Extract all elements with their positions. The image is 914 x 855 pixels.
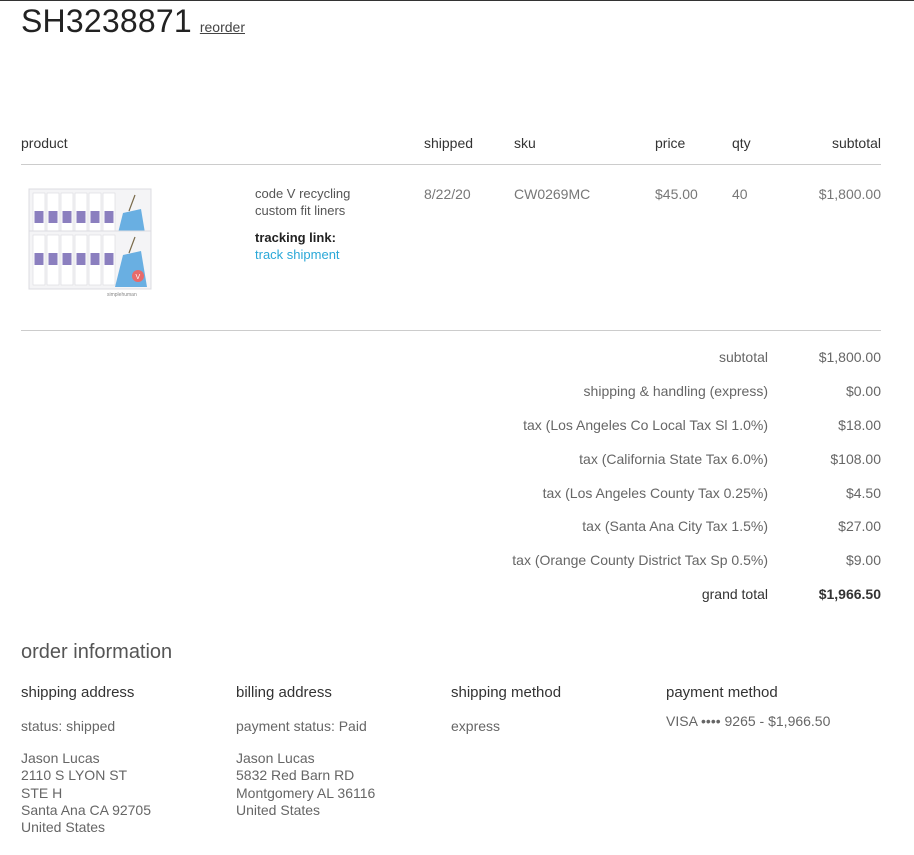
- column-header-subtotal: subtotal: [831, 135, 881, 151]
- totals-subtotal-label: subtotal: [718, 349, 768, 365]
- shipping-address-line: United States: [21, 819, 106, 836]
- payment-method-value: VISA •••• 9265 - $1,966.50: [666, 713, 831, 729]
- totals-shipping-value: $0.00: [845, 383, 881, 399]
- shipping-status: status: shipped: [21, 718, 116, 734]
- column-header-shipped: shipped: [424, 135, 474, 151]
- product-name-line-1: code V recycling: [255, 186, 351, 201]
- shipping-address-line: Jason Lucas: [21, 750, 100, 766]
- billing-address-line: Jason Lucas: [236, 750, 315, 766]
- svg-text:V: V: [136, 274, 141, 281]
- shipping-method-title: shipping method: [451, 684, 562, 701]
- shipping-address: Jason Lucas 2110 S LYON ST STE H Santa A…: [21, 750, 151, 836]
- totals-tax-santa-ana-label: tax (Santa Ana City Tax 1.5%): [582, 518, 768, 534]
- totals-tax-orange-county-value: $9.00: [845, 552, 881, 568]
- totals-tax-california-label: tax (California State Tax 6.0%): [579, 451, 768, 467]
- billing-address-line: 5832 Red Barn RD: [236, 767, 355, 784]
- totals-tax-la-county-label: tax (Los Angeles County Tax 0.25%): [542, 485, 768, 501]
- shipping-method-section: shipping method express: [451, 684, 661, 734]
- totals-tax-la-local-label: tax (Los Angeles Co Local Tax Sl 1.0%): [523, 417, 768, 433]
- track-shipment-link[interactable]: track shipment: [255, 247, 340, 262]
- column-header-qty: qty: [732, 135, 751, 151]
- payment-method-title: payment method: [666, 684, 778, 701]
- totals-tax-orange-county-label: tax (Orange County District Tax Sp 0.5%): [512, 552, 768, 568]
- shipping-address-section: shipping address status: shipped Jason L…: [21, 684, 231, 835]
- item-subtotal: $1,800.00: [818, 186, 881, 202]
- item-shipped-date: 8/22/20: [424, 186, 471, 202]
- product-name[interactable]: code V recycling custom fit liners: [255, 185, 405, 219]
- column-header-price: price: [655, 135, 686, 151]
- table-header-divider: [21, 164, 881, 165]
- shipping-address-line: Santa Ana CA 92705: [21, 801, 151, 818]
- item-divider: [21, 330, 881, 331]
- grand-total-label: grand total: [701, 586, 768, 602]
- shipping-method-value: express: [451, 718, 501, 734]
- billing-address-title: billing address: [236, 684, 332, 701]
- payment-status: payment status: Paid: [236, 718, 367, 734]
- item-price: $45.00: [655, 186, 698, 202]
- reorder-link[interactable]: reorder: [200, 19, 245, 35]
- totals-tax-california-value: $108.00: [830, 451, 881, 467]
- billing-address-line: United States: [236, 801, 321, 818]
- totals-shipping-label: shipping & handling (express): [583, 383, 768, 399]
- billing-address-section: billing address payment status: Paid Jas…: [236, 684, 446, 818]
- order-number: SH3238871: [21, 3, 192, 39]
- shipping-address-line: STE H: [21, 784, 63, 801]
- tracking-label: tracking link:: [255, 230, 336, 245]
- column-header-sku: sku: [514, 135, 536, 151]
- order-information-title: order information: [21, 641, 173, 663]
- grand-total-value: $1,966.50: [818, 586, 881, 602]
- trash-liner-package-image: Vsimplehuman: [28, 188, 152, 298]
- totals-tax-santa-ana-value: $27.00: [838, 518, 881, 534]
- item-sku: CW0269MC: [514, 186, 591, 202]
- totals-subtotal-value: $1,800.00: [818, 349, 881, 365]
- shipping-address-title: shipping address: [21, 684, 135, 701]
- column-header-product: product: [21, 135, 68, 151]
- payment-method-section: payment method VISA •••• 9265 - $1,966.5…: [666, 684, 876, 729]
- billing-address-line: Montgomery AL 36116: [236, 784, 376, 801]
- item-qty: 40: [732, 186, 748, 202]
- product-name-line-2: custom fit liners: [255, 203, 346, 218]
- totals-tax-la-local-value: $18.00: [838, 417, 881, 433]
- billing-address: Jason Lucas 5832 Red Barn RD Montgomery …: [236, 750, 375, 819]
- product-image[interactable]: Vsimplehuman: [27, 187, 155, 305]
- svg-text:simplehuman: simplehuman: [107, 292, 137, 298]
- order-header: SH3238871 reorder: [21, 3, 245, 40]
- shipping-address-line: 2110 S LYON ST: [21, 767, 128, 784]
- totals-tax-la-county-value: $4.50: [845, 485, 881, 501]
